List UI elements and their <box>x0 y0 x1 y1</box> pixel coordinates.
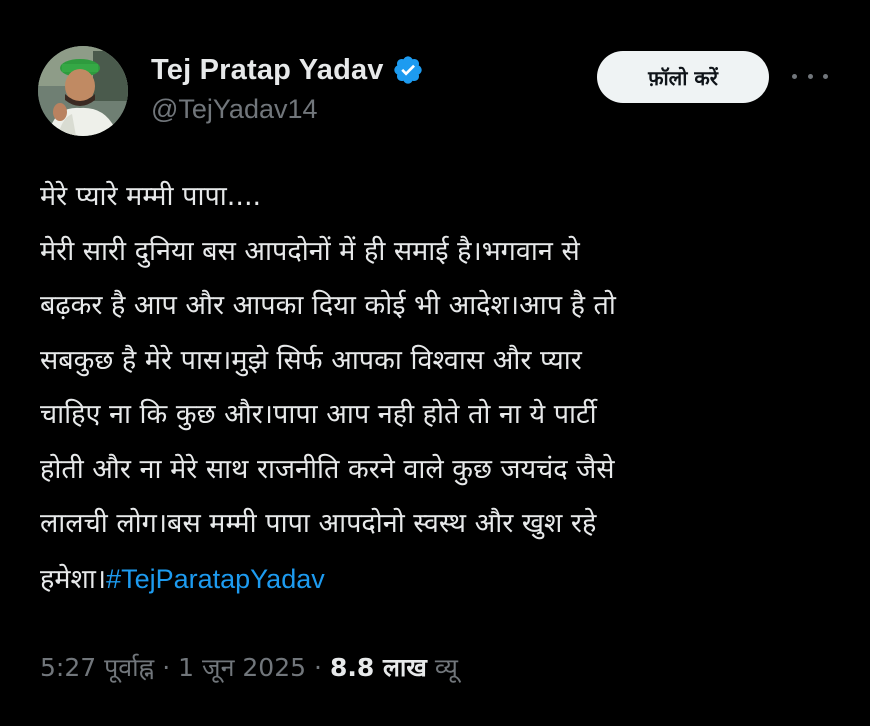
profile-avatar[interactable] <box>38 46 128 136</box>
views-label: व्यू <box>434 653 458 682</box>
tweet-header: Tej Pratap Yadav @TejYadav14 फ़ॉलो करें <box>38 42 838 142</box>
tweet-date[interactable]: 1 जून 2025 <box>178 650 306 684</box>
more-options-icon[interactable] <box>790 64 830 88</box>
more-dot <box>823 73 828 79</box>
views-count[interactable]: 8.8 लाख <box>330 650 427 684</box>
hashtag-link[interactable]: #TejParatapYadav <box>106 564 325 594</box>
tweet-text: मेरे प्यारे मम्मी पापा.... मेरी सारी दुन… <box>40 170 840 607</box>
verified-badge-icon[interactable] <box>392 54 424 86</box>
display-name[interactable]: Tej Pratap Yadav <box>151 54 384 87</box>
follow-button[interactable]: फ़ॉलो करें <box>597 51 769 103</box>
display-name-row[interactable]: Tej Pratap Yadav <box>151 48 424 92</box>
more-dot <box>807 73 813 79</box>
tweet-text-content: मेरे प्यारे मम्मी पापा.... मेरी सारी दुन… <box>40 181 616 595</box>
author-handle[interactable]: @TejYadav14 <box>151 94 424 125</box>
meta-separator: · <box>162 652 171 682</box>
tweet-time[interactable]: 5:27 पूर्वाह्न <box>40 650 154 684</box>
meta-separator: · <box>314 652 322 682</box>
more-dot <box>792 73 797 79</box>
tweet-meta: 5:27 पूर्वाह्न · 1 जून 2025 · 8.8 लाख व्… <box>40 650 458 684</box>
author-names: Tej Pratap Yadav @TejYadav14 <box>151 48 424 125</box>
